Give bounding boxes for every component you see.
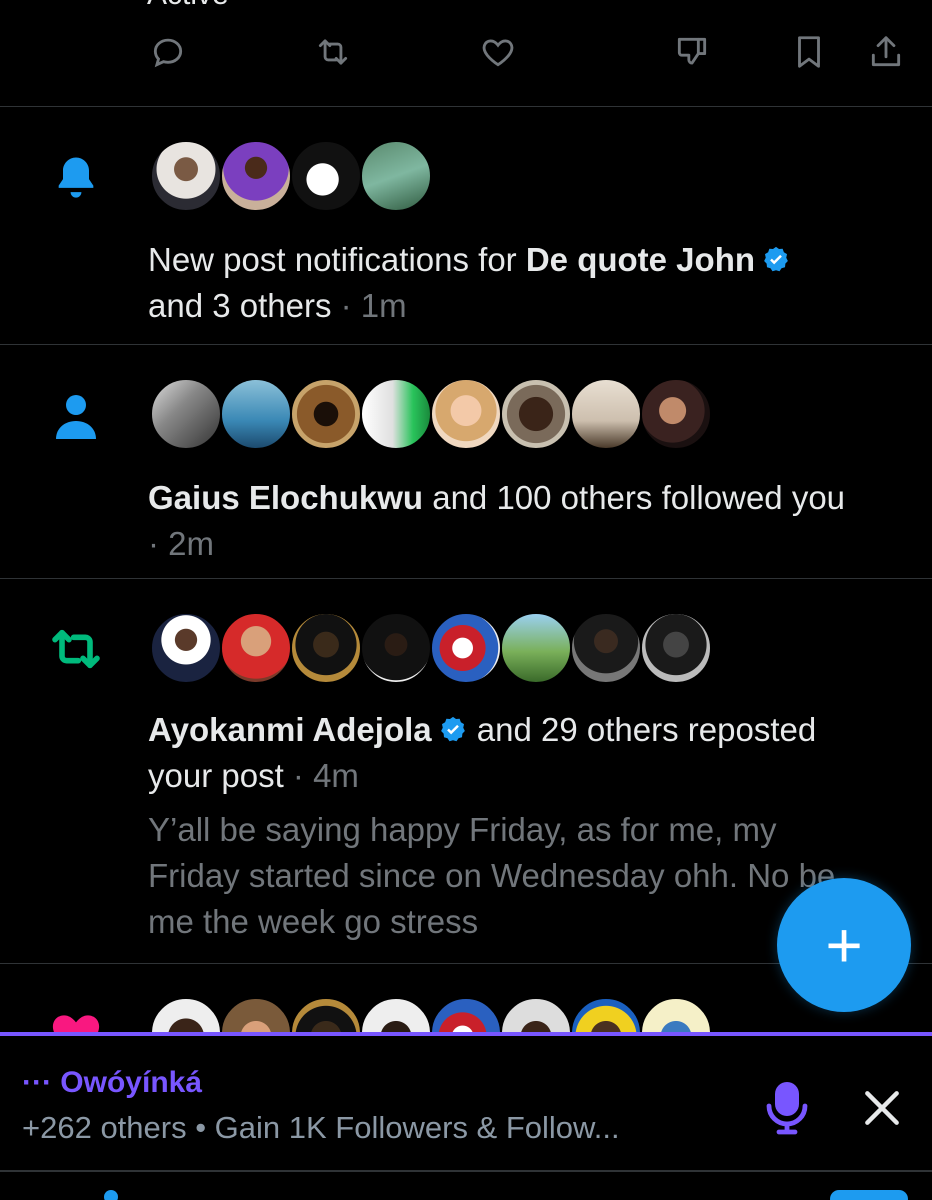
person-icon [46,387,106,447]
nav-indicator [104,1190,118,1200]
user-name[interactable]: De quote John [526,241,755,278]
avatar[interactable] [570,997,642,1032]
avatar[interactable] [500,997,572,1032]
repost-icon[interactable] [311,30,355,74]
avatar-group [150,378,712,450]
avatar[interactable] [360,997,432,1032]
heart-icon [46,1004,106,1032]
nav-badge [830,1190,908,1200]
avatar[interactable] [640,612,712,684]
downvote-icon[interactable] [670,30,714,74]
close-icon[interactable] [860,1086,904,1130]
avatar[interactable] [430,997,502,1032]
avatar[interactable] [220,140,292,212]
like-icon[interactable] [476,30,520,74]
notification-followed[interactable]: Gaius Elochukwu and 100 others followed … [0,345,932,578]
reply-icon[interactable] [146,30,190,74]
avatar[interactable] [640,997,712,1032]
avatar-group [150,997,712,1032]
avatar[interactable] [290,378,362,450]
share-icon[interactable] [864,30,908,74]
compose-button[interactable]: + [777,878,911,1012]
avatar-group [150,140,432,212]
notification-text: Gaius Elochukwu and 100 others followed … [148,479,846,562]
bell-icon [46,147,106,207]
repost-icon [46,619,106,679]
avatar[interactable] [430,612,502,684]
bookmark-icon[interactable] [787,30,831,74]
avatar[interactable] [360,140,432,212]
avatar[interactable] [360,612,432,684]
avatar[interactable] [290,612,362,684]
avatar[interactable] [150,378,222,450]
avatar[interactable] [290,997,362,1032]
avatar[interactable] [290,140,362,212]
verified-badge-icon [440,716,465,742]
user-name[interactable]: Ayokanmi Adejola [148,711,432,748]
avatar[interactable] [150,612,222,684]
plus-icon: + [825,909,863,981]
post-action-bar [0,30,932,80]
avatar[interactable] [500,612,572,684]
avatar-group [150,612,712,684]
divider [0,1170,932,1172]
avatar[interactable] [150,140,222,212]
microphone-icon[interactable] [762,1080,812,1136]
notification-text: New post notifications for De quote John… [148,237,902,329]
user-name[interactable]: Gaius Elochukwu [148,479,423,516]
avatar[interactable] [360,378,432,450]
space-host-name[interactable]: ··· Owóyínká [22,1066,202,1100]
notification-text: Ayokanmi Adejola and 29 others reposted … [148,711,817,794]
spaces-bar[interactable]: ··· Owóyínká +262 others • Gain 1K Follo… [0,1032,932,1170]
avatar[interactable] [220,997,292,1032]
avatar[interactable] [220,612,292,684]
truncated-post-text: Active [147,0,229,12]
notification-new-posts[interactable]: New post notifications for De quote John… [0,107,932,344]
avatar[interactable] [640,378,712,450]
space-subtitle: +262 others • Gain 1K Followers & Follow… [22,1110,620,1145]
avatar[interactable] [570,612,642,684]
avatar[interactable] [430,378,502,450]
avatar[interactable] [570,378,642,450]
avatar[interactable] [220,378,292,450]
avatar[interactable] [150,997,222,1032]
avatar[interactable] [500,378,572,450]
verified-badge-icon [764,246,788,272]
